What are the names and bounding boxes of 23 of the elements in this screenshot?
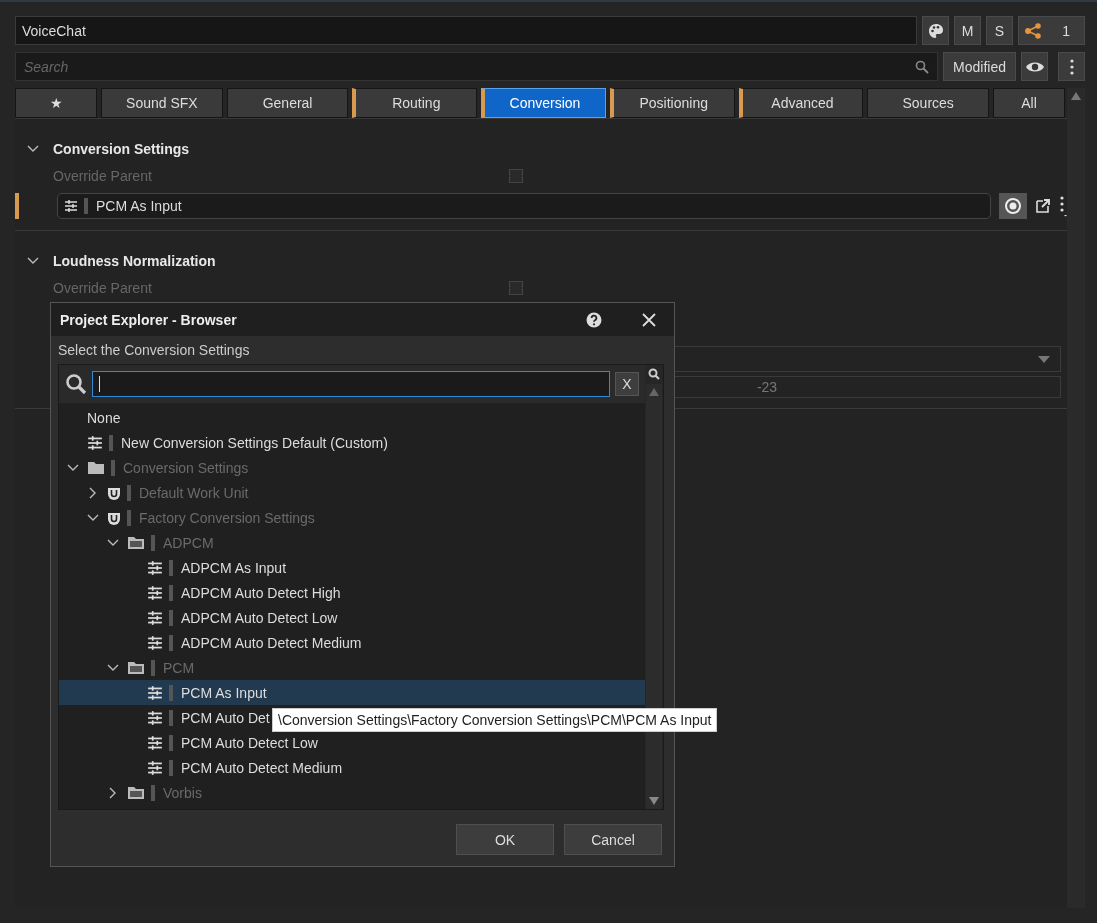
- override-parent-label: Override Parent: [53, 280, 153, 296]
- section-title: Conversion Settings: [53, 141, 190, 157]
- tree-item-label: PCM Auto Det: [181, 709, 270, 726]
- override-parent-label: Override Parent: [53, 168, 153, 184]
- dialog-title: Project Explorer - Browser: [60, 311, 238, 328]
- tree-item-label: PCM: [163, 659, 195, 676]
- tree-item-label: New Conversion Settings Default (Custom): [121, 434, 388, 451]
- tree-item-label: ADPCM Auto Detect Medium: [181, 634, 362, 651]
- tree-item-label: ADPCM As Input: [181, 559, 287, 576]
- tree-item-label: ADPCM Auto Detect High: [181, 584, 341, 601]
- tree-item-label: Factory Conversion Settings: [139, 509, 315, 526]
- tree-item-label: None: [87, 409, 121, 426]
- tree-item-label: ADPCM: [163, 534, 214, 551]
- tree-item-label: Vorbis: [163, 784, 202, 801]
- tree-item-label: ADPCM Auto Detect Low: [181, 609, 338, 626]
- tree-item-label: Conversion Settings: [123, 459, 249, 476]
- section-title: Loudness Normalization: [53, 253, 216, 269]
- tree-item-label: PCM Auto Detect Medium: [181, 759, 343, 776]
- tooltip: \Conversion Settings\Factory Conversion Settings\PCM\PCM As Input: [272, 708, 718, 732]
- tree-item-label: PCM Auto Detect Low: [181, 734, 318, 751]
- tree-item-label: Default Work Unit: [139, 484, 249, 501]
- dialog-prompt: Select the Conversion Settings: [57, 341, 251, 360]
- tree-item-label: PCM As Input: [181, 684, 267, 701]
